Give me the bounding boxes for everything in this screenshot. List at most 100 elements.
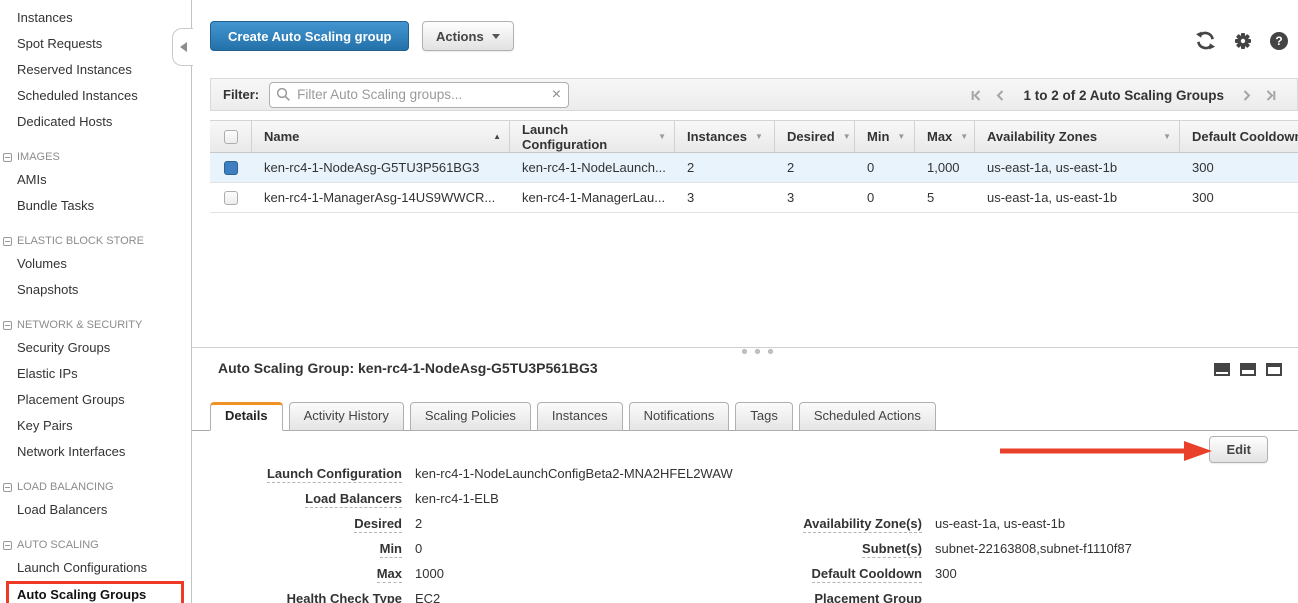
sidebar-item-scheduled-instances[interactable]: Scheduled Instances	[0, 83, 191, 109]
create-auto-scaling-group-button[interactable]: Create Auto Scaling group	[210, 21, 409, 51]
sidebar-item-key-pairs[interactable]: Key Pairs	[0, 413, 191, 439]
sidebar-item-auto-scaling-groups[interactable]: Auto Scaling Groups	[6, 581, 184, 603]
annotation-arrow-icon	[1000, 439, 1212, 468]
last-page-icon[interactable]	[1264, 89, 1277, 102]
collapse-section-icon[interactable]	[3, 483, 12, 492]
column-header-min[interactable]: Min ▼	[855, 121, 915, 152]
collapse-section-icon[interactable]	[3, 321, 12, 330]
field-value: 300	[935, 566, 957, 581]
sidebar-item-amis[interactable]: AMIs	[0, 167, 191, 193]
field-label: Placement Group	[814, 591, 922, 603]
panel-divider	[192, 347, 1298, 348]
chevron-down-icon	[492, 34, 500, 39]
cell-launch-configuration: ken-rc4-1-ManagerLau...	[510, 183, 675, 212]
sidebar-section-label: AUTO SCALING	[17, 540, 99, 551]
field-health-check-type: Health Check Type EC2	[210, 591, 733, 603]
sort-asc-icon: ▲	[493, 132, 501, 141]
column-header-desired[interactable]: Desired ▼	[775, 121, 855, 152]
sidebar-section-label: NETWORK & SECURITY	[17, 320, 142, 331]
details-fields-right: Availability Zone(s) us-east-1a, us-east…	[732, 516, 1132, 603]
sidebar-item-instances[interactable]: Instances	[0, 5, 191, 31]
cell-instances: 3	[675, 183, 775, 212]
sidebar-item-snapshots[interactable]: Snapshots	[0, 277, 191, 303]
field-label: Min	[380, 541, 402, 558]
field-value: 0	[415, 541, 422, 556]
tab-scheduled-actions[interactable]: Scheduled Actions	[799, 402, 936, 431]
collapse-section-icon[interactable]	[3, 541, 12, 550]
sidebar-section-elastic-block-store[interactable]: ELASTIC BLOCK STORE	[0, 232, 191, 251]
layout-bottom-half-icon[interactable]	[1240, 363, 1256, 376]
column-header-instances[interactable]: Instances ▼	[675, 121, 775, 152]
table-header-row: Name ▲ Launch Configuration ▼ Instances …	[210, 120, 1298, 153]
table-row[interactable]: ken-rc4-1-NodeAsg-G5TU3P561BG3 ken-rc4-1…	[210, 153, 1298, 183]
cell-availability-zones: us-east-1a, us-east-1b	[975, 153, 1180, 182]
actions-dropdown-button[interactable]: Actions	[422, 21, 514, 51]
sidebar-collapse-handle[interactable]	[172, 28, 193, 66]
select-all-checkbox[interactable]	[224, 130, 238, 144]
table-row[interactable]: ken-rc4-1-ManagerAsg-14US9WWCR... ken-rc…	[210, 183, 1298, 213]
refresh-icon[interactable]	[1195, 31, 1216, 50]
layout-bottom-large-icon[interactable]	[1266, 363, 1282, 376]
column-header-availability-zones[interactable]: Availability Zones ▼	[975, 121, 1180, 152]
panel-resize-handle[interactable]	[742, 349, 773, 354]
help-icon[interactable]: ?	[1270, 32, 1288, 50]
collapse-arrow-icon	[180, 42, 187, 52]
filter-search-input[interactable]	[269, 82, 569, 108]
sidebar-item-launch-configurations[interactable]: Launch Configurations	[0, 555, 191, 581]
row-checkbox[interactable]	[224, 191, 238, 205]
sidebar-item-dedicated-hosts[interactable]: Dedicated Hosts	[0, 109, 191, 135]
cell-desired: 2	[775, 153, 855, 182]
row-checkbox-cell	[210, 183, 252, 212]
column-header-max[interactable]: Max ▼	[915, 121, 975, 152]
tab-notifications[interactable]: Notifications	[629, 402, 730, 431]
sidebar-item-spot-requests[interactable]: Spot Requests	[0, 31, 191, 57]
cell-desired: 3	[775, 183, 855, 212]
cell-instances: 2	[675, 153, 775, 182]
sidebar-section-load-balancing[interactable]: LOAD BALANCING	[0, 478, 191, 497]
pagination: 1 to 2 of 2 Auto Scaling Groups	[970, 79, 1277, 112]
collapse-section-icon[interactable]	[3, 153, 12, 162]
sidebar-item-security-groups[interactable]: Security Groups	[0, 335, 191, 361]
field-launch-configuration: Launch Configuration ken-rc4-1-NodeLaunc…	[210, 466, 733, 491]
tab-instances[interactable]: Instances	[537, 402, 623, 431]
sidebar-item-volumes[interactable]: Volumes	[0, 251, 191, 277]
sidebar-item-network-interfaces[interactable]: Network Interfaces	[0, 439, 191, 465]
pagination-status: 1 to 2 of 2 Auto Scaling Groups	[1023, 88, 1224, 103]
filter-search: ×	[269, 82, 569, 108]
filter-bar: Filter: × 1 to 2 of 2 Auto Sca	[210, 78, 1298, 111]
row-checkbox-cell	[210, 153, 252, 182]
main-content: Create Auto Scaling group Actions	[192, 0, 1298, 603]
cell-max: 5	[915, 183, 975, 212]
tab-activity-history[interactable]: Activity History	[289, 402, 404, 431]
edit-button[interactable]: Edit	[1209, 436, 1268, 463]
collapse-section-icon[interactable]	[3, 237, 12, 246]
details-fields-left: Launch Configuration ken-rc4-1-NodeLaunc…	[210, 466, 733, 603]
tab-details[interactable]: Details	[210, 402, 283, 431]
row-checkbox[interactable]	[224, 161, 238, 175]
sidebar-section-images[interactable]: IMAGES	[0, 148, 191, 167]
prev-page-icon[interactable]	[995, 89, 1005, 102]
layout-bottom-small-icon[interactable]	[1214, 363, 1230, 376]
column-header-default-cooldown[interactable]: Default Cooldown	[1180, 121, 1298, 152]
column-header-launch-configuration[interactable]: Launch Configuration ▼	[510, 121, 675, 152]
sidebar-item-reserved-instances[interactable]: Reserved Instances	[0, 57, 191, 83]
sidebar-section-label: IMAGES	[17, 152, 60, 163]
gear-icon[interactable]	[1234, 32, 1252, 50]
sidebar-item-placement-groups[interactable]: Placement Groups	[0, 387, 191, 413]
sidebar-item-load-balancers[interactable]: Load Balancers	[0, 497, 191, 523]
sidebar-item-bundle-tasks[interactable]: Bundle Tasks	[0, 193, 191, 219]
field-value: 2	[415, 516, 422, 531]
sidebar-section-label: LOAD BALANCING	[17, 482, 114, 493]
field-label: Max	[377, 566, 402, 583]
tab-scaling-policies[interactable]: Scaling Policies	[410, 402, 531, 431]
field-value: ken-rc4-1-ELB	[415, 491, 499, 506]
next-page-icon[interactable]	[1242, 89, 1252, 102]
sidebar-item-elastic-ips[interactable]: Elastic IPs	[0, 361, 191, 387]
first-page-icon[interactable]	[970, 89, 983, 102]
column-header-name[interactable]: Name ▲	[252, 121, 510, 152]
tab-tags[interactable]: Tags	[735, 402, 792, 431]
clear-filter-icon[interactable]: ×	[552, 85, 561, 105]
panel-layout-controls	[1214, 363, 1282, 376]
sidebar-section-auto-scaling[interactable]: AUTO SCALING	[0, 536, 191, 555]
sidebar-section-network-security[interactable]: NETWORK & SECURITY	[0, 316, 191, 335]
